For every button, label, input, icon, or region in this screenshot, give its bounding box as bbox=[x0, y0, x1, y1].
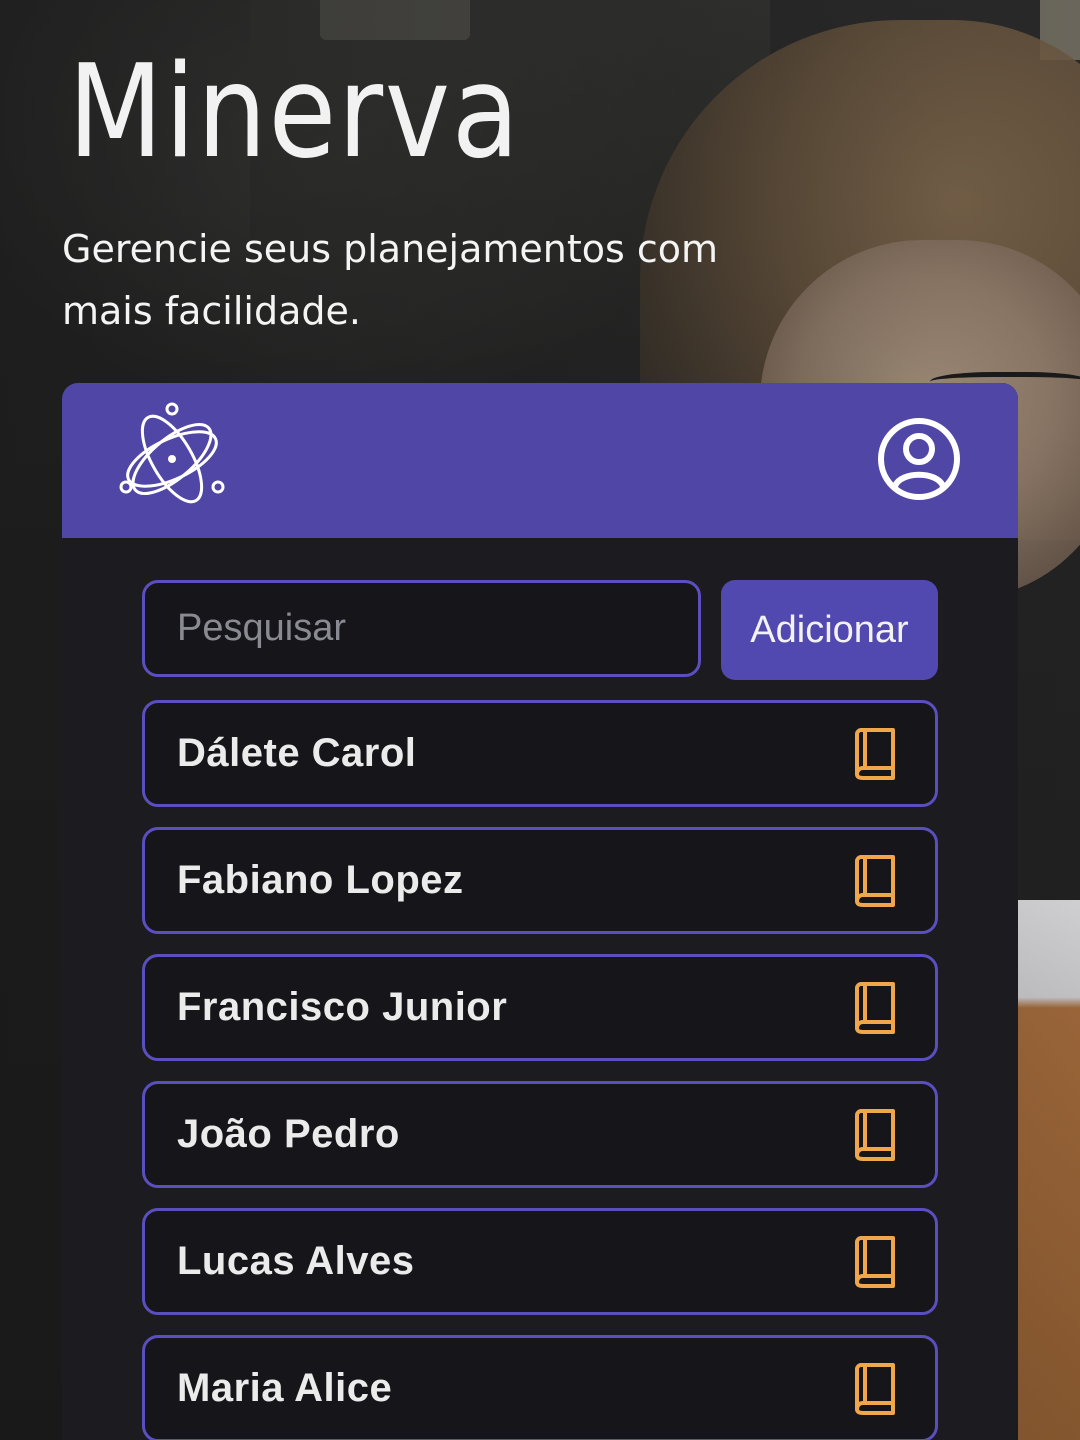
list-item[interactable]: João Pedro bbox=[142, 1081, 938, 1188]
list-item-name: João Pedro bbox=[177, 1112, 400, 1156]
app-title: Minerva bbox=[68, 38, 521, 187]
book-icon[interactable] bbox=[853, 854, 897, 907]
list-item[interactable]: Fabiano Lopez bbox=[142, 827, 938, 934]
list-item[interactable]: Maria Alice bbox=[142, 1335, 938, 1440]
main-card: Adicionar Dálete Carol Fabiano Lopez bbox=[62, 383, 1018, 1440]
app-subtitle: Gerencie seus planejamentos com mais fac… bbox=[62, 227, 719, 333]
atom-icon bbox=[119, 402, 225, 504]
book-icon[interactable] bbox=[853, 1108, 897, 1161]
card-content: Adicionar Dálete Carol Fabiano Lopez bbox=[62, 538, 1018, 1440]
book-icon[interactable] bbox=[853, 727, 897, 780]
list-item[interactable]: Lucas Alves bbox=[142, 1208, 938, 1315]
list-item-name: Maria Alice bbox=[177, 1366, 393, 1410]
student-list: Dálete Carol Fabiano Lopez Francisco Jun… bbox=[142, 700, 938, 1440]
app-screen: Minerva Gerencie seus planejamentos com … bbox=[0, 0, 1080, 1440]
search-input[interactable] bbox=[142, 580, 701, 677]
card-header bbox=[62, 383, 1018, 538]
search-row: Adicionar bbox=[142, 580, 938, 680]
book-icon[interactable] bbox=[853, 1362, 897, 1415]
list-item[interactable]: Francisco Junior bbox=[142, 954, 938, 1061]
list-item-name: Francisco Junior bbox=[177, 985, 508, 1029]
list-item[interactable]: Dálete Carol bbox=[142, 700, 938, 807]
book-icon[interactable] bbox=[853, 1235, 897, 1288]
user-circle-icon[interactable] bbox=[876, 416, 962, 502]
list-item-name: Fabiano Lopez bbox=[177, 858, 464, 902]
list-item-name: Dálete Carol bbox=[177, 731, 417, 775]
add-button[interactable]: Adicionar bbox=[721, 580, 938, 680]
book-icon[interactable] bbox=[853, 981, 897, 1034]
list-item-name: Lucas Alves bbox=[177, 1239, 415, 1283]
